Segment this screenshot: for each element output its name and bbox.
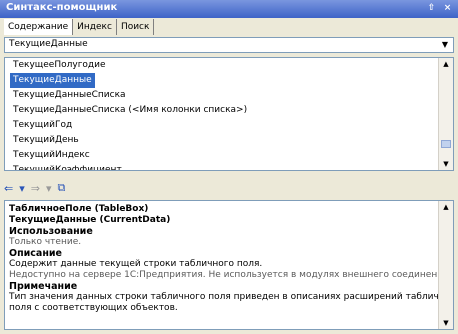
section-note: Примечание (9, 281, 78, 292)
section-usage: Использование (9, 226, 93, 237)
scroll-down-icon[interactable]: ▼ (440, 158, 452, 170)
section-description: Описание (9, 248, 63, 259)
list-item[interactable]: ТекущиеДанныеСписка (<Имя колонки списка… (5, 103, 453, 118)
list-item[interactable]: ТекущийКоэффициент (5, 163, 453, 170)
scroll-down-icon[interactable]: ▼ (440, 317, 452, 329)
list-item[interactable]: ТекущееПолугодие (5, 58, 453, 73)
list-item[interactable]: ТекущийИндекс (5, 148, 453, 163)
list-item-selected[interactable]: ТекущиеДанные (10, 73, 95, 88)
sync-contents-icon[interactable]: ⧉ (58, 181, 66, 195)
index-search-input[interactable]: ТекущиеДанные (9, 39, 88, 49)
forward-dropdown-icon[interactable]: ▾ (46, 182, 52, 195)
tab-bar: Содержание Индекс Поиск (4, 19, 155, 35)
note-text-continued: поля с соответствующих объектов. (9, 303, 178, 313)
tab-search[interactable]: Поиск (117, 19, 155, 35)
tab-contents[interactable]: Содержание (4, 19, 74, 35)
pin-icon[interactable]: ⇧ (425, 2, 438, 15)
object-title: ТабличноеПоле (TableBox) (9, 204, 149, 214)
close-icon[interactable]: × (441, 2, 454, 15)
tab-index[interactable]: Индекс (73, 19, 117, 35)
list-item[interactable]: ТекущийДень (5, 133, 453, 148)
index-search-combo[interactable]: ТекущиеДанные ▼ (4, 37, 454, 53)
toolbar: ⇐ ▾ ⇒ ▾ ⧉ (4, 179, 65, 197)
availability-text: Недоступно на сервере 1С:Предприятия. Не… (9, 270, 452, 280)
list-item[interactable]: ТекущиеДанныеСписка (5, 88, 453, 103)
property-title: ТекущиеДанные (CurrentData) (9, 215, 171, 225)
title-bar: Синтакс-помощник ⇧ × (0, 0, 458, 18)
description-text: Содержит данные текущей строки табличног… (9, 259, 263, 269)
back-icon[interactable]: ⇐ (4, 182, 13, 195)
note-text: Тип значения данных строки табличного по… (9, 292, 454, 302)
usage-text: Только чтение. (9, 237, 82, 247)
chevron-down-icon[interactable]: ▼ (439, 39, 451, 51)
back-dropdown-icon[interactable]: ▾ (19, 182, 25, 195)
scroll-up-icon[interactable]: ▲ (440, 201, 452, 213)
list-item[interactable]: ТекущийГод (5, 118, 453, 133)
scroll-up-icon[interactable]: ▲ (440, 58, 452, 70)
content-scrollbar[interactable]: ▲ ▼ (438, 201, 453, 329)
window-title: Синтакс-помощник (6, 2, 118, 13)
forward-icon[interactable]: ⇒ (31, 182, 40, 195)
help-content: ТабличноеПоле (TableBox) ТекущиеДанные (… (4, 200, 454, 330)
scroll-thumb[interactable] (441, 140, 451, 148)
index-list[interactable]: ТекущееПолугодие ТекущиеДанные ТекущиеДа… (4, 57, 454, 171)
list-scrollbar[interactable]: ▲ ▼ (438, 58, 453, 170)
